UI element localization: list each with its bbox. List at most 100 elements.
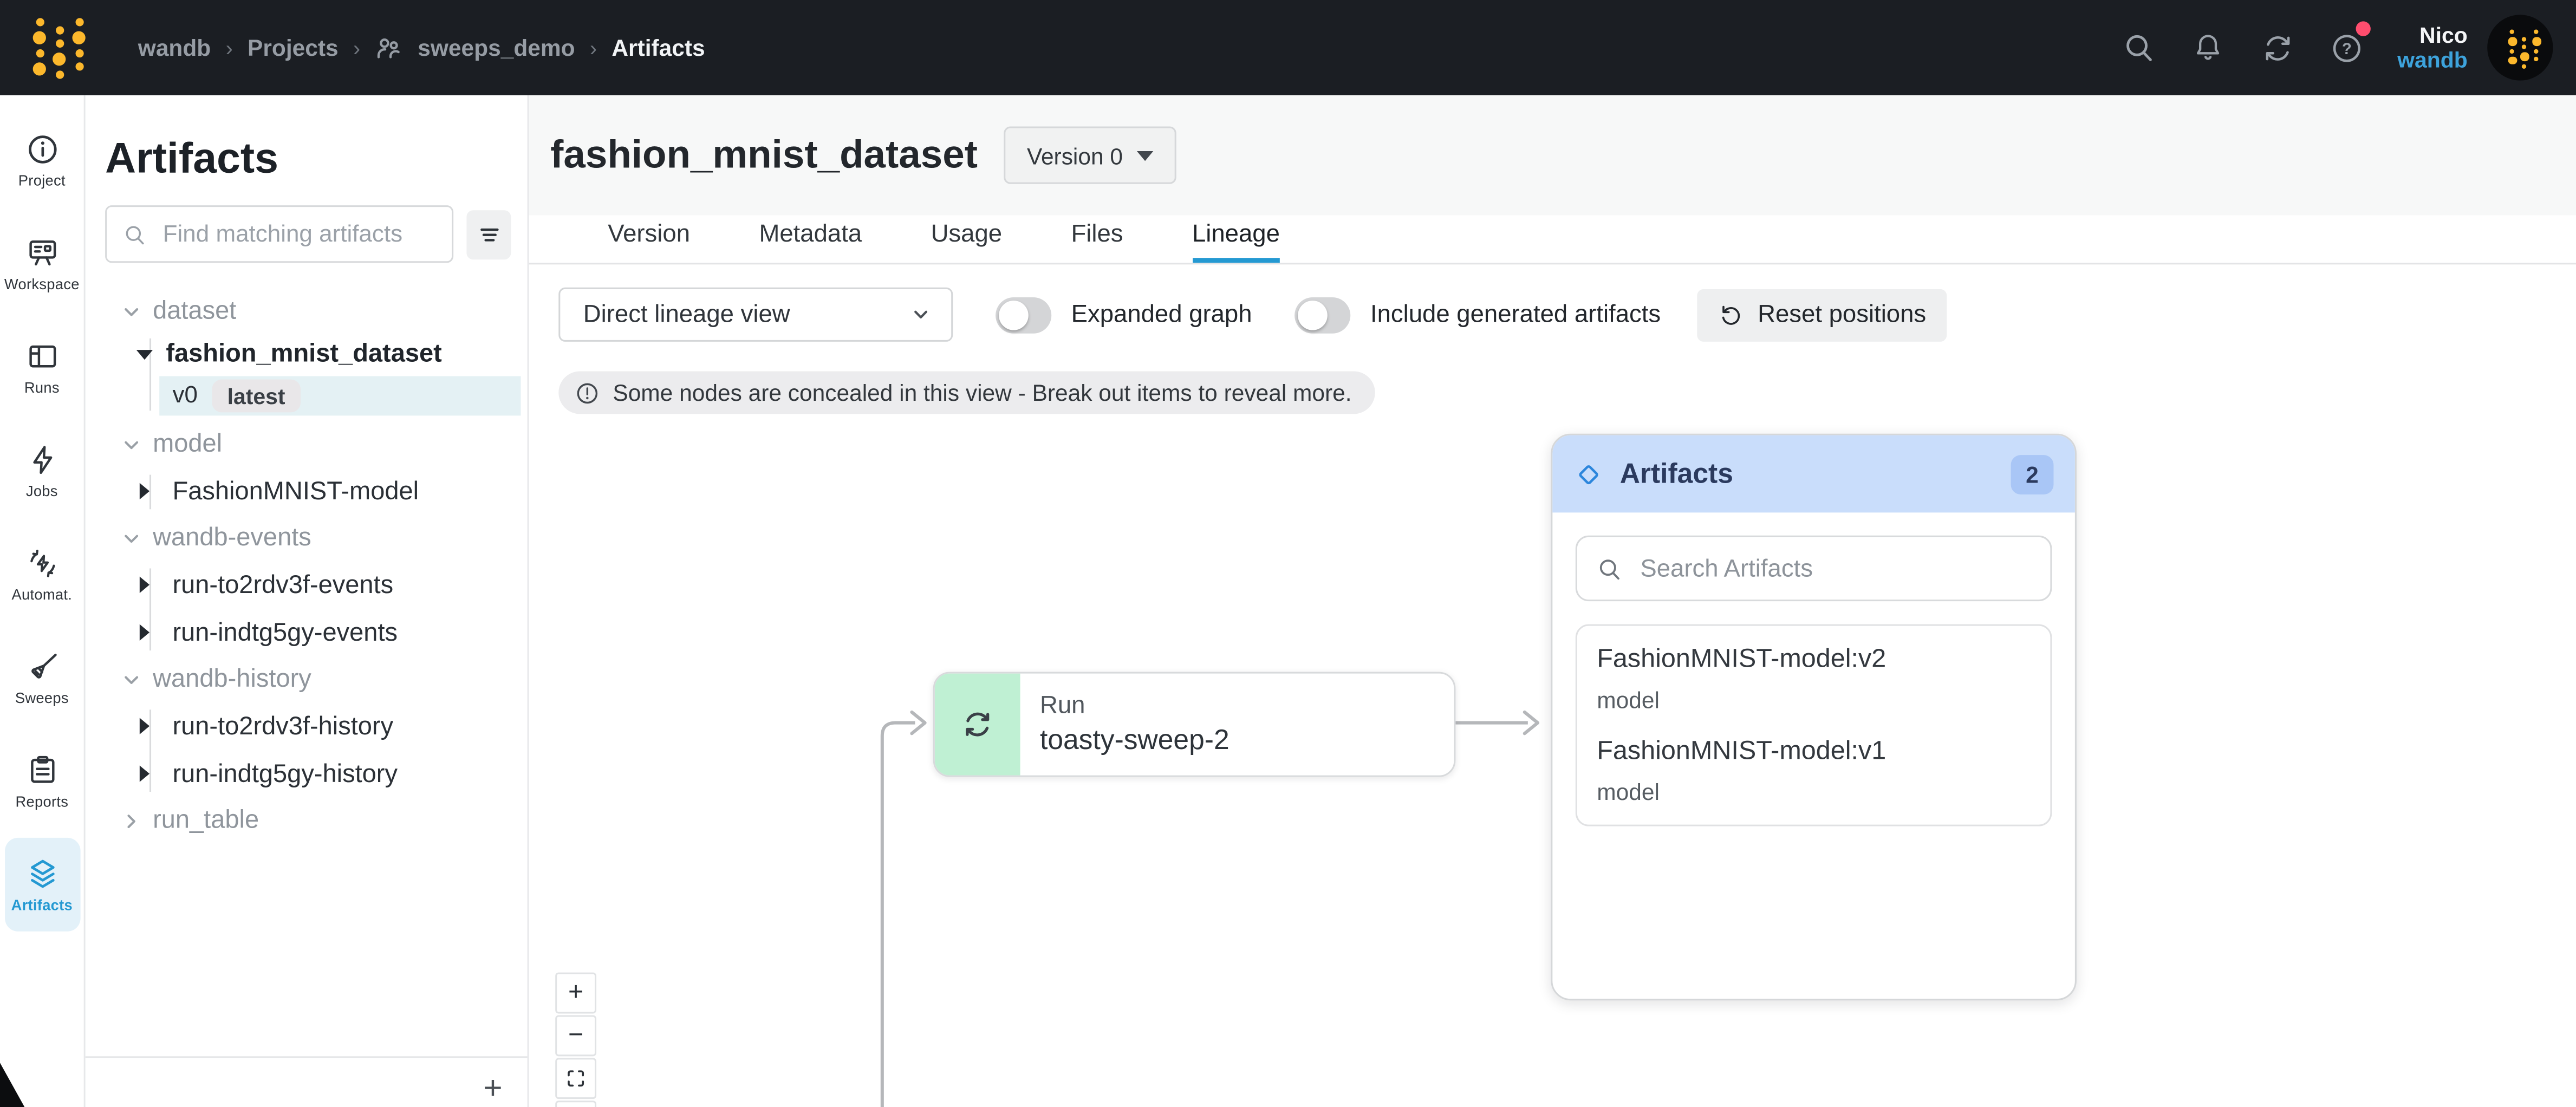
team-icon — [375, 34, 403, 62]
wandb-logo-icon[interactable] — [33, 18, 76, 77]
sidebar-item-jobs[interactable]: Jobs — [4, 424, 80, 518]
tree-group-run-table[interactable]: run_table — [105, 800, 511, 843]
chevron-down-icon — [121, 529, 141, 549]
notifications-bell-icon[interactable] — [2174, 13, 2243, 82]
sidebar-item-automations[interactable]: Automat. — [4, 528, 80, 621]
tree-item-fashion-mnist-dataset[interactable]: fashion_mnist_dataset — [105, 334, 511, 376]
tree-item-v0-selected[interactable]: v0 latest — [159, 376, 521, 416]
lineage-view-select[interactable]: Direct lineage view — [558, 288, 953, 342]
tree-item-fashionmnist-model[interactable]: FashionMNIST-model — [105, 470, 511, 514]
avatar[interactable] — [2487, 15, 2553, 80]
main-content: fashion_mnist_dataset Version 0 Version … — [529, 95, 2576, 1107]
sidebar-item-workspace[interactable]: Workspace — [4, 217, 80, 310]
zoom-in-button[interactable]: + — [555, 973, 596, 1014]
latest-tag: latest — [212, 380, 300, 413]
version-dropdown-label: Version 0 — [1027, 142, 1123, 168]
extra-graph-button[interactable] — [555, 1101, 596, 1107]
artifact-list-item[interactable]: FashionMNIST-model:v1 model — [1597, 738, 2031, 805]
concealed-nodes-banner: Some nodes are concealed in this view - … — [558, 371, 1375, 414]
rail-label: Reports — [15, 793, 68, 810]
expanded-graph-toggle[interactable] — [996, 296, 1051, 333]
tree-group-label: model — [153, 431, 222, 460]
filter-button[interactable] — [466, 210, 511, 259]
tree-item-run-indtg5gy-events[interactable]: run-indtg5gy-events — [105, 611, 511, 655]
artifacts-search-field[interactable] — [1576, 536, 2052, 601]
lightning-icon — [24, 442, 60, 478]
reset-positions-button[interactable]: Reset positions — [1697, 288, 1948, 341]
tab-lineage[interactable]: Lineage — [1157, 215, 1314, 263]
tab-metadata[interactable]: Metadata — [725, 215, 896, 263]
chevron-down-icon — [910, 304, 931, 325]
breadcrumb-entity[interactable]: wandb — [138, 35, 211, 61]
artifacts-panel-title: Artifacts — [1620, 458, 1733, 491]
lineage-view-value: Direct lineage view — [583, 301, 790, 329]
caret-down-icon — [1137, 151, 1154, 160]
search-icon[interactable] — [2105, 13, 2174, 82]
help-icon[interactable]: ? — [2312, 13, 2380, 82]
chevron-down-icon — [121, 435, 141, 455]
triangle-right-icon — [140, 577, 149, 593]
search-icon — [1597, 555, 1622, 583]
lineage-toolbar: Direct lineage view Expanded graph Inclu… — [558, 288, 1947, 342]
broom-icon — [24, 649, 60, 685]
run-node[interactable]: Run toasty-sweep-2 — [933, 672, 1456, 777]
clipboard-icon — [24, 752, 60, 789]
filter-icon — [476, 221, 502, 248]
artifacts-group-node[interactable]: Artifacts 2 FashionMNIST-model:v2 model … — [1551, 434, 2077, 1000]
sidebar-item-artifacts[interactable]: Artifacts — [4, 838, 80, 932]
artifact-header: fashion_mnist_dataset Version 0 — [529, 95, 2576, 215]
include-generated-toggle[interactable] — [1294, 296, 1350, 333]
tree-item-run-to2rdv3f-events[interactable]: run-to2rdv3f-events — [105, 563, 511, 608]
sidebar-search-row — [105, 205, 511, 263]
artifacts-sidebar: Artifacts dataset fashion_mnist_dataset — [86, 95, 529, 1107]
sidebar-item-project[interactable]: Project — [4, 113, 80, 207]
workspace-board-icon — [24, 235, 60, 271]
tree-item-label: FashionMNIST-model — [172, 477, 419, 507]
tree-group-wandb-history[interactable]: wandb-history — [105, 659, 511, 701]
rail-label: Workspace — [4, 276, 80, 292]
tree-group-wandb-events[interactable]: wandb-events — [105, 517, 511, 560]
search-input[interactable] — [160, 219, 439, 249]
tab-version[interactable]: Version — [574, 215, 725, 263]
breadcrumb-artifacts[interactable]: Artifacts — [612, 35, 705, 61]
top-navbar: wandb › Projects › sweeps_demo › Artifac… — [0, 0, 2576, 95]
sidebar-item-sweeps[interactable]: Sweeps — [4, 631, 80, 725]
tab-files[interactable]: Files — [1037, 215, 1157, 263]
fit-view-button[interactable] — [555, 1058, 596, 1099]
chevron-down-icon — [121, 670, 141, 690]
breadcrumb-projects[interactable]: Projects — [248, 35, 339, 61]
add-panel-button[interactable]: + — [472, 1068, 515, 1107]
rail-label: Jobs — [26, 483, 58, 499]
zoom-out-button[interactable]: − — [555, 1015, 596, 1056]
automation-icon — [24, 545, 60, 582]
tree-item-run-to2rdv3f-history[interactable]: run-to2rdv3f-history — [105, 705, 511, 749]
artifact-name: FashionMNIST-model:v1 — [1597, 738, 2031, 767]
tree-group-dataset[interactable]: dataset — [105, 291, 511, 334]
artifact-list-item[interactable]: FashionMNIST-model:v2 model — [1597, 646, 2031, 713]
notification-dot — [2356, 21, 2371, 36]
tree-item-run-indtg5gy-history[interactable]: run-indtg5gy-history — [105, 752, 511, 797]
tabs-divider — [529, 263, 2576, 264]
sync-refresh-icon[interactable] — [2243, 13, 2312, 82]
breadcrumb-project-name[interactable]: sweeps_demo — [418, 35, 575, 61]
artifact-search-field[interactable] — [105, 205, 453, 263]
tab-usage[interactable]: Usage — [896, 215, 1037, 263]
triangle-right-icon — [140, 718, 149, 734]
artifacts-search-input[interactable] — [1637, 553, 2034, 584]
tree-group-model[interactable]: model — [105, 424, 511, 467]
version-dropdown-button[interactable]: Version 0 — [1004, 127, 1177, 184]
artifacts-panel-body: FashionMNIST-model:v2 model FashionMNIST… — [1552, 512, 2075, 849]
diamond-icon — [1574, 459, 1604, 489]
triangle-right-icon — [140, 483, 149, 499]
triangle-right-icon — [140, 765, 149, 782]
sidebar-item-reports[interactable]: Reports — [4, 734, 80, 828]
expanded-graph-label: Expanded graph — [1071, 301, 1252, 329]
artifact-type: model — [1597, 779, 2031, 805]
sidebar-item-runs[interactable]: Runs — [4, 320, 80, 414]
tree-group-label: wandb-history — [153, 665, 311, 695]
user-name: Nico — [2397, 23, 2468, 47]
banner-text: Some nodes are concealed in this view - … — [613, 380, 1351, 406]
artifact-name: FashionMNIST-model:v2 — [1597, 646, 2031, 675]
user-block[interactable]: Nico wandb — [2397, 23, 2468, 72]
rail-label: Automat. — [11, 587, 72, 603]
